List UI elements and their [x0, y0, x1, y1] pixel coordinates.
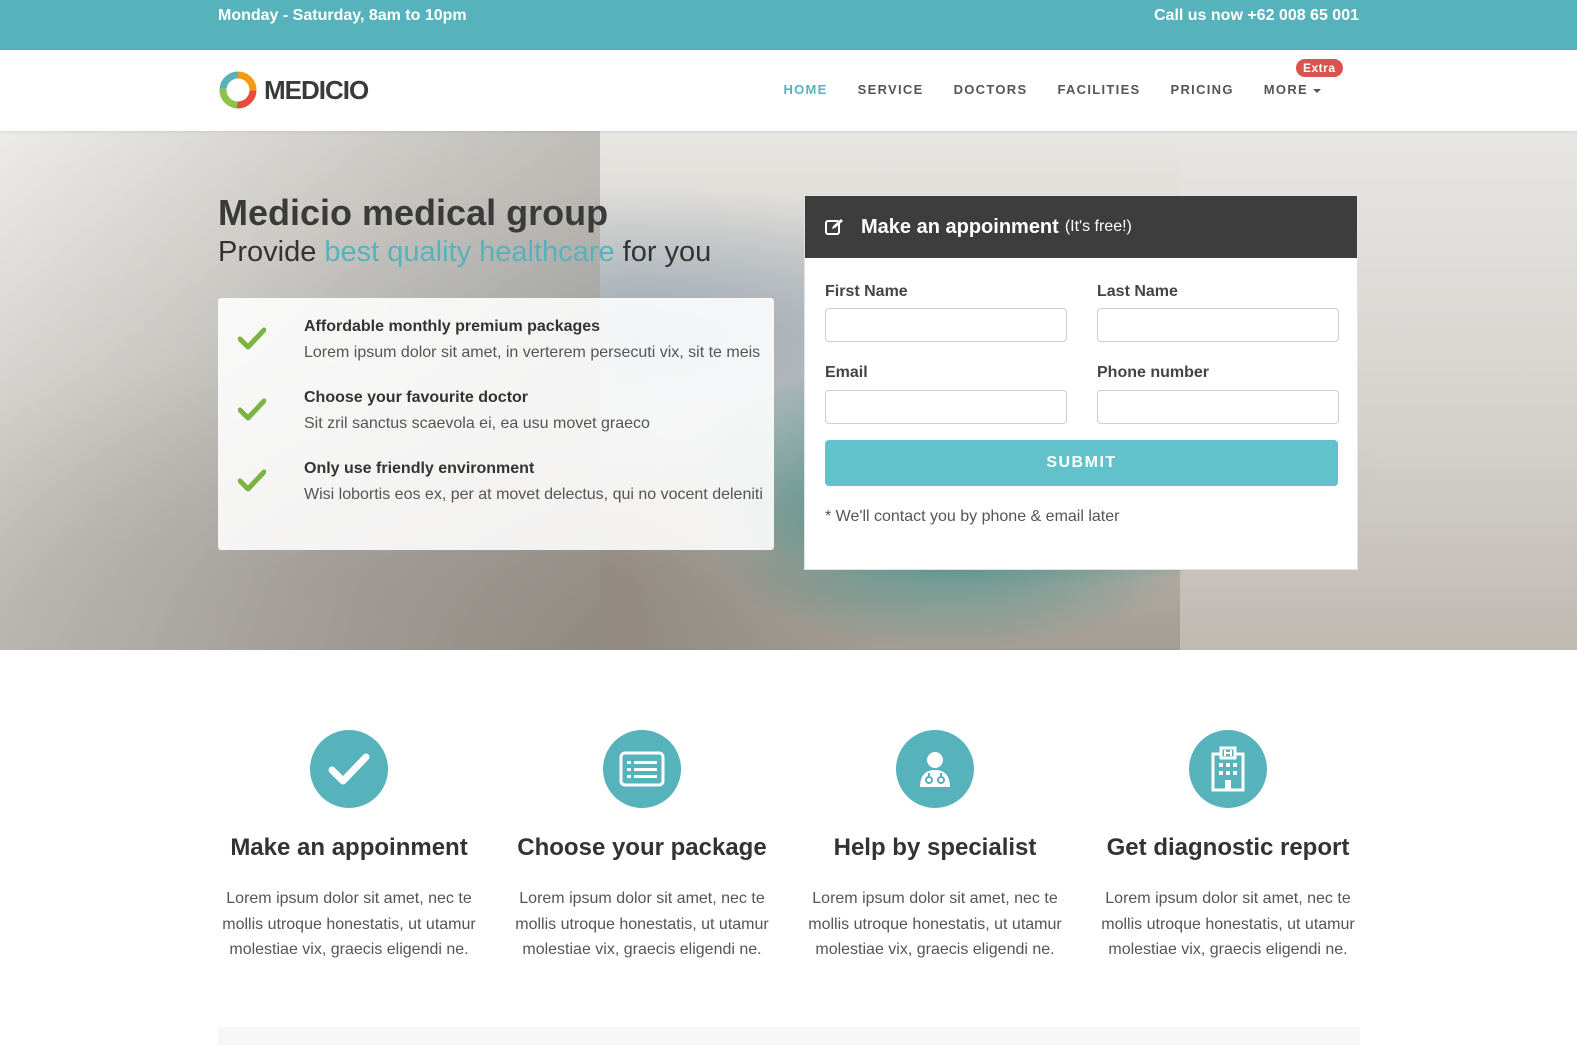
services-section: Make an appoinment Lorem ipsum dolor sit…	[0, 650, 1577, 1045]
brand-logo[interactable]: MEDICIO	[218, 69, 369, 111]
feature-desc: Wisi lobortis eos ex, per at movet delec…	[304, 486, 763, 503]
first-name-label: First Name	[825, 283, 908, 300]
service-desc: Lorem ipsum dolor sit amet, nec te molli…	[1101, 890, 1355, 958]
service-desc: Lorem ipsum dolor sit amet, nec te molli…	[515, 890, 769, 958]
hero-title: Medicio medical group	[218, 192, 609, 233]
service-title: Help by specialist	[833, 834, 1037, 861]
service-icon-circle	[1189, 730, 1267, 808]
feature-title: Affordable monthly premium packages	[304, 318, 601, 335]
service-title: Get diagnostic report	[1106, 834, 1350, 861]
hero-sub-suffix: for you	[614, 236, 712, 268]
check-icon	[238, 327, 266, 350]
hero-subtitle: Provide best quality healthcare for you	[218, 236, 711, 269]
appointment-title: Make an appoinment	[861, 215, 1059, 238]
service-card: Help by specialist Lorem ipsum dolor sit…	[804, 730, 1066, 963]
email-label: Email	[825, 364, 868, 381]
phone-label: Phone number	[1097, 364, 1210, 381]
phone-input[interactable]	[1097, 390, 1339, 424]
service-card: Make an appoinment Lorem ipsum dolor sit…	[218, 730, 480, 963]
nav-more-dropdown[interactable]: MORE	[1264, 82, 1321, 97]
last-name-label: Last Name	[1097, 283, 1178, 300]
service-card: Get diagnostic report Lorem ipsum dolor …	[1097, 730, 1359, 963]
service-desc: Lorem ipsum dolor sit amet, nec te molli…	[808, 890, 1062, 958]
appointment-form: Make an appoinment (It's free!) First Na…	[804, 195, 1358, 570]
service-desc: Lorem ipsum dolor sit amet, nec te molli…	[222, 890, 476, 958]
email-input[interactable]	[825, 390, 1067, 424]
top-info-bar: Monday - Saturday, 8am to 10pm Call us n…	[0, 0, 1577, 50]
service-title: Choose your package	[517, 834, 767, 861]
nav-pricing[interactable]: PRICING	[1171, 82, 1234, 97]
call-us-phone[interactable]: Call us now +62 008 65 001	[1154, 7, 1359, 25]
check-icon	[238, 398, 266, 421]
last-name-input[interactable]	[1097, 308, 1339, 342]
nav-more-label: MORE	[1263, 82, 1308, 97]
check-icon	[328, 753, 370, 785]
hero-sub-highlight: best quality healthcare	[324, 236, 615, 268]
service-title: Make an appoinment	[230, 834, 468, 861]
edit-icon	[825, 219, 843, 235]
nav-home[interactable]: HOME	[783, 82, 827, 97]
hero-sub-prefix: Provide	[218, 236, 325, 268]
feature-desc: Sit zril sanctus scaevola ei, ea usu mov…	[304, 415, 650, 432]
check-icon	[238, 469, 266, 492]
next-section-edge	[218, 1027, 1360, 1045]
first-name-input[interactable]	[825, 308, 1067, 342]
nav-facilities[interactable]: FACILITIES	[1057, 82, 1140, 97]
logo-ring-icon	[219, 71, 257, 109]
feature-desc: Lorem ipsum dolor sit amet, in verterem …	[304, 344, 761, 361]
service-icon-circle	[310, 730, 388, 808]
submit-button[interactable]: SUBMIT	[825, 440, 1338, 486]
appointment-header: Make an appoinment (It's free!)	[805, 196, 1357, 258]
nav-service[interactable]: SERVICE	[858, 82, 924, 97]
opening-hours: Monday - Saturday, 8am to 10pm	[218, 7, 467, 24]
contact-note: * We'll contact you by phone & email lat…	[825, 508, 1120, 525]
extra-badge: Extra	[1296, 59, 1343, 77]
service-card: Choose your package Lorem ipsum dolor si…	[511, 730, 773, 963]
user-md-icon	[920, 752, 950, 787]
hospital-icon	[1211, 746, 1245, 792]
feature-title: Choose your favourite doctor	[304, 389, 529, 406]
features-panel: Affordable monthly premium packages Lore…	[218, 298, 774, 550]
nav-menu: HOME SERVICE DOCTORS FACILITIES PRICING …	[753, 82, 1321, 97]
appointment-free-note: (It's free!)	[1064, 218, 1132, 235]
service-icon-circle	[896, 730, 974, 808]
service-icon-circle	[603, 730, 681, 808]
list-alt-icon	[619, 751, 665, 787]
brand-name: MEDICIO	[264, 74, 369, 105]
nav-doctors[interactable]: DOCTORS	[954, 82, 1028, 97]
feature-title: Only use friendly environment	[304, 460, 535, 477]
caret-down-icon	[1313, 88, 1321, 93]
